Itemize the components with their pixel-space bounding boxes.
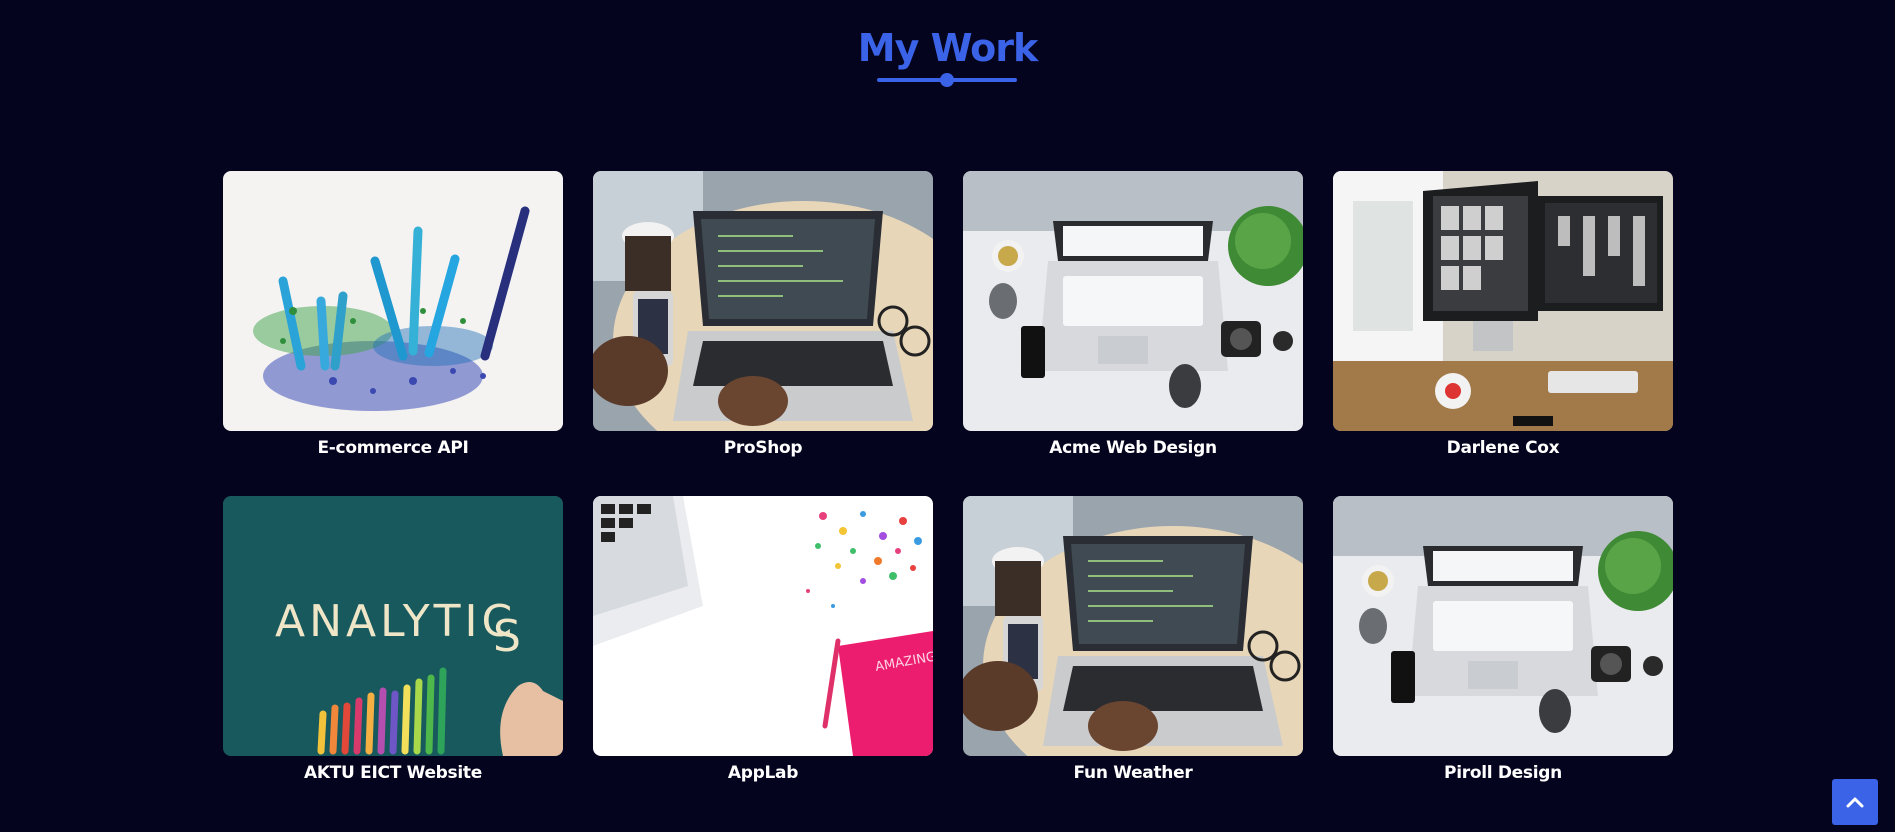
- project-card-acme-web-design[interactable]: Acme Web Design: [963, 171, 1303, 458]
- project-image[interactable]: [1333, 171, 1673, 431]
- project-card-ecommerce-api[interactable]: E-commerce API: [223, 171, 563, 458]
- project-image[interactable]: ANALYTIC S: [223, 496, 563, 756]
- project-title[interactable]: Fun Weather: [963, 763, 1303, 783]
- project-card-piroll-design[interactable]: Piroll Design: [1333, 496, 1673, 783]
- project-card-fun-weather[interactable]: Fun Weather: [963, 496, 1303, 783]
- project-card-proshop[interactable]: ProShop: [593, 171, 933, 458]
- project-card-applab[interactable]: AMAZING AppLab: [593, 496, 933, 783]
- project-title[interactable]: Acme Web Design: [963, 438, 1303, 458]
- section-title: My Work: [857, 26, 1039, 70]
- project-title[interactable]: Darlene Cox: [1333, 438, 1673, 458]
- project-card-aktu-eict-website[interactable]: ANALYTIC S AKTU EICT Website: [223, 496, 563, 783]
- project-title[interactable]: ProShop: [593, 438, 933, 458]
- title-underline-dot: [940, 73, 954, 87]
- back-to-top-button[interactable]: [1832, 779, 1878, 825]
- project-title[interactable]: AKTU EICT Website: [223, 763, 563, 783]
- project-image[interactable]: [593, 171, 933, 431]
- project-image[interactable]: AMAZING: [593, 496, 933, 756]
- project-grid: E-commerce API ProShop Acme Web Design D…: [223, 171, 1673, 783]
- my-work-section: My Work E-commerce API ProShop Acme Web …: [0, 0, 1895, 832]
- project-title[interactable]: E-commerce API: [223, 438, 563, 458]
- project-image[interactable]: [1333, 496, 1673, 756]
- project-image[interactable]: [963, 171, 1303, 431]
- project-title[interactable]: AppLab: [593, 763, 933, 783]
- project-title[interactable]: Piroll Design: [1333, 763, 1673, 783]
- project-image[interactable]: [963, 496, 1303, 756]
- svg-text:ANALYTIC: ANALYTIC: [275, 596, 516, 647]
- project-card-darlene-cox[interactable]: Darlene Cox: [1333, 171, 1673, 458]
- svg-text:S: S: [493, 611, 521, 662]
- chevron-up-icon: [1846, 797, 1864, 808]
- project-image[interactable]: [223, 171, 563, 431]
